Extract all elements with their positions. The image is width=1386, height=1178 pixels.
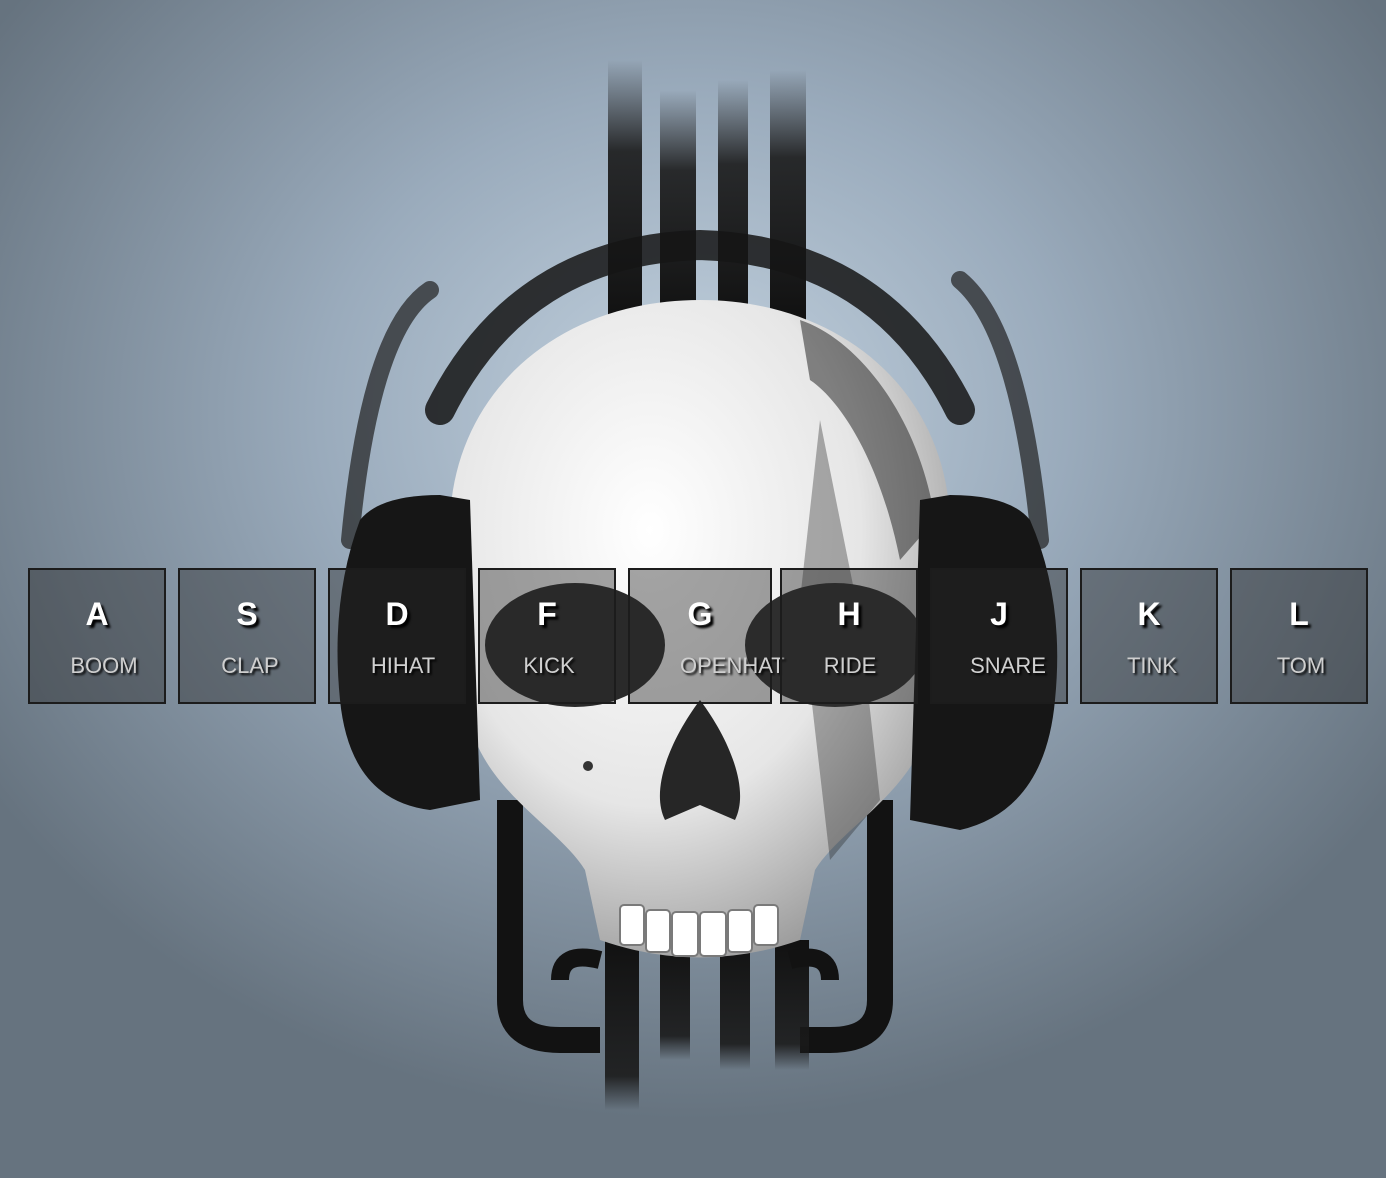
key-letter: A (85, 596, 109, 632)
key-letter: S (236, 596, 258, 632)
key-sound-label: SNARE (970, 653, 1046, 678)
key-hihat[interactable]: D HIHAT (328, 568, 466, 704)
key-letter: F (537, 596, 557, 632)
drum-keys-row: A BOOM S CLAP D HIHAT F KICK G OPENHAT H… (28, 568, 1372, 708)
key-openhat[interactable]: G OPENHAT (628, 568, 785, 704)
key-letter: K (1137, 596, 1161, 632)
key-letter: D (385, 596, 409, 632)
key-tom[interactable]: L TOM (1230, 568, 1368, 704)
key-letter: J (990, 596, 1008, 632)
key-letter: G (687, 596, 713, 632)
key-clap[interactable]: S CLAP (178, 568, 316, 704)
key-ride[interactable]: H RIDE (780, 568, 918, 704)
key-boom[interactable]: A BOOM (28, 568, 166, 704)
key-tink[interactable]: K TINK (1080, 568, 1218, 704)
key-sound-label: CLAP (221, 653, 279, 678)
key-sound-label: KICK (523, 653, 575, 678)
key-sound-label: BOOM (70, 653, 138, 678)
key-snare[interactable]: J SNARE (930, 568, 1068, 704)
key-letter: H (837, 596, 861, 632)
key-sound-label: HIHAT (370, 653, 436, 678)
key-letter: L (1289, 596, 1309, 632)
key-sound-label: TOM (1276, 653, 1326, 678)
key-sound-label: OPENHAT (680, 653, 785, 678)
key-kick[interactable]: F KICK (478, 568, 616, 704)
key-sound-label: RIDE (823, 653, 877, 678)
key-sound-label: TINK (1126, 653, 1178, 678)
